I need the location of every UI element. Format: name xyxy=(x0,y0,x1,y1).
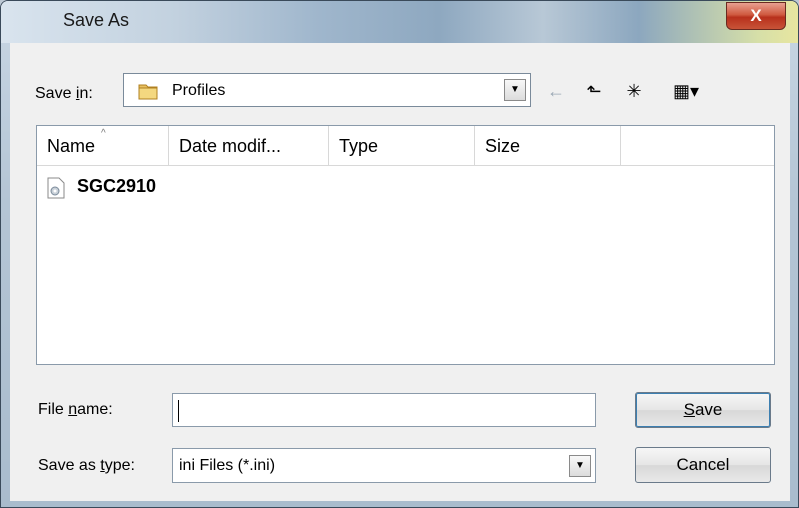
file-list[interactable]: Name ^ Date modif... Type Size SGC2910 xyxy=(36,125,775,365)
column-name[interactable]: Name ^ xyxy=(37,126,169,166)
save-in-dropdown[interactable]: Profiles ▼ xyxy=(123,73,531,107)
save-in-label: Save in: xyxy=(35,85,93,102)
file-name: SGC2910 xyxy=(77,176,157,196)
views-menu-icon[interactable]: ▦▾ xyxy=(665,79,707,103)
back-icon[interactable]: ← xyxy=(543,79,569,103)
folder-icon xyxy=(138,84,158,100)
chevron-down-icon[interactable]: ▼ xyxy=(504,79,526,101)
close-button[interactable]: X xyxy=(726,2,786,30)
save-as-type-value: ini Files (*.ini) xyxy=(179,457,276,474)
settings-file-icon xyxy=(47,177,65,199)
column-filler xyxy=(621,126,774,166)
file-name-label: File name: xyxy=(38,401,113,418)
up-folder-icon[interactable]: ⬑ xyxy=(581,79,607,103)
text-caret xyxy=(178,400,179,422)
save-in-value: Profiles xyxy=(172,82,226,99)
save-as-type-dropdown[interactable]: ini Files (*.ini) ▼ xyxy=(172,448,596,483)
chevron-down-icon[interactable]: ▼ xyxy=(569,455,591,477)
save-as-type-label: Save as type: xyxy=(38,457,135,474)
new-folder-icon[interactable]: ✳ xyxy=(621,79,647,103)
window-title: Save As xyxy=(63,10,130,30)
column-date-modified[interactable]: Date modif... xyxy=(169,126,329,166)
column-size[interactable]: Size xyxy=(475,126,621,166)
cancel-button[interactable]: Cancel xyxy=(635,447,771,483)
save-as-dialog: Save As X Save in: Profiles ▼ ← ⬑ ✳ ▦▾ N… xyxy=(0,0,799,508)
title-bar[interactable]: Save As X xyxy=(1,1,798,43)
sort-arrow-icon: ^ xyxy=(101,128,106,139)
column-type[interactable]: Type xyxy=(329,126,475,166)
save-button[interactable]: Save xyxy=(635,392,771,428)
file-name-input[interactable] xyxy=(172,393,596,427)
